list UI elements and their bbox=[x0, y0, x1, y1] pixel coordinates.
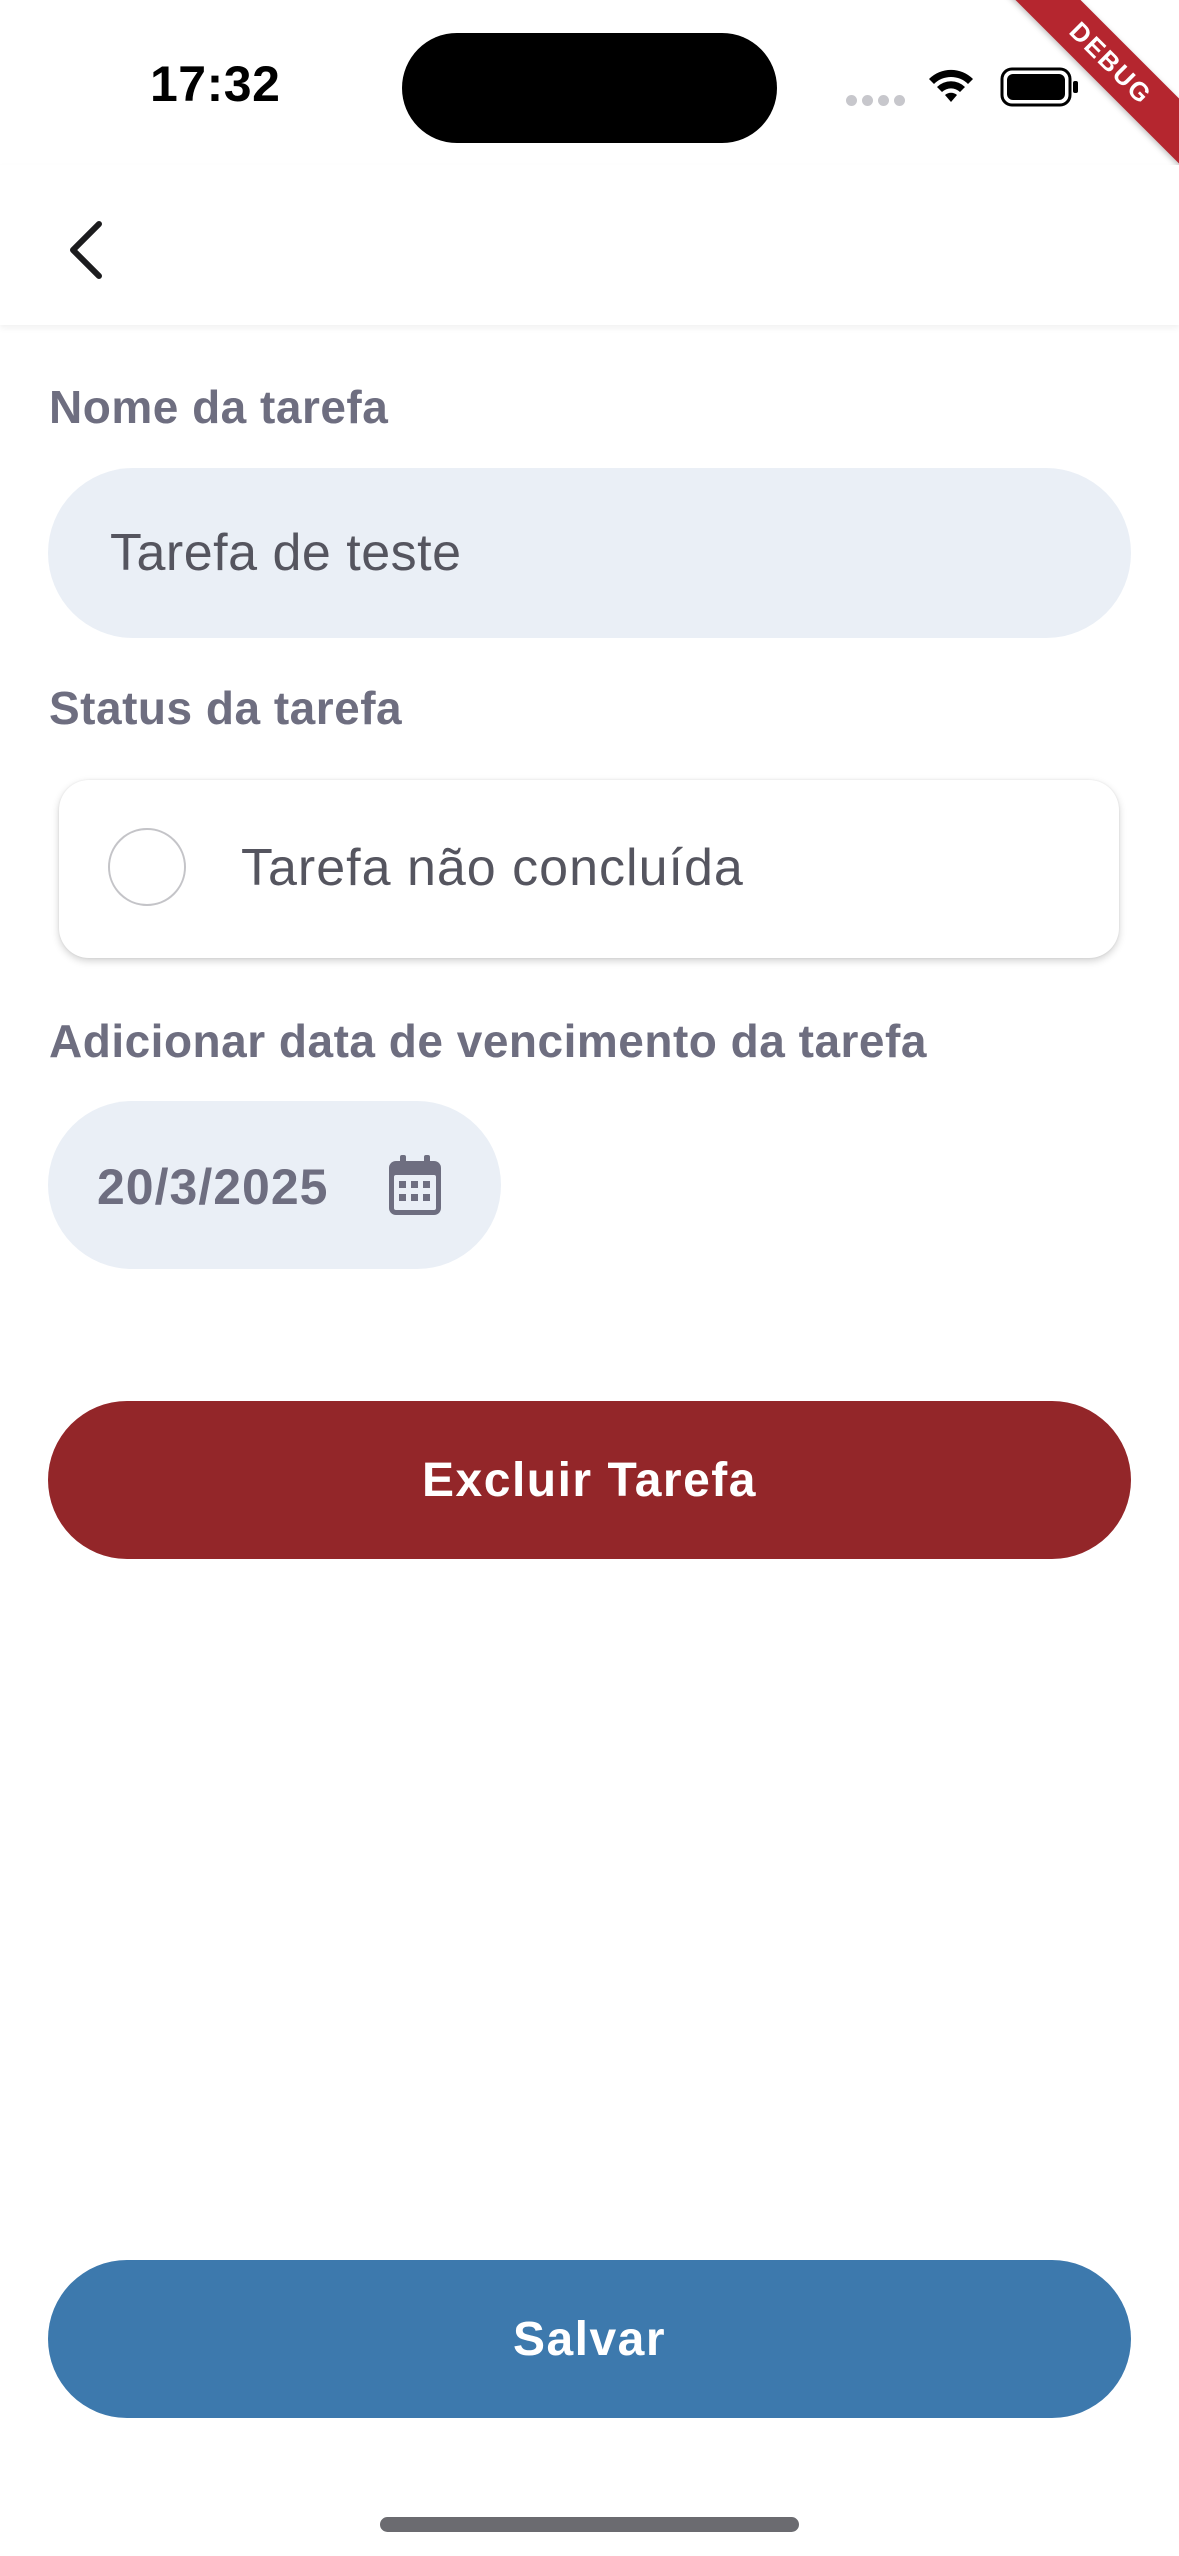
edit-task-screen: 17:32 DEBUG Nome da tarefa Status da tar… bbox=[0, 0, 1179, 2556]
home-indicator bbox=[380, 2517, 799, 2532]
task-name-input[interactable] bbox=[48, 468, 1131, 638]
calendar-icon bbox=[389, 1155, 441, 1215]
wifi-icon bbox=[929, 69, 973, 102]
due-date-label: Adicionar data de vencimento da tarefa bbox=[49, 1015, 927, 1067]
cellular-signal-icon bbox=[846, 95, 906, 107]
dynamic-island bbox=[402, 33, 777, 143]
task-name-label: Nome da tarefa bbox=[49, 381, 389, 433]
delete-task-button[interactable]: Excluir Tarefa bbox=[48, 1401, 1131, 1559]
due-date-value: 20/3/2025 bbox=[97, 1159, 329, 1215]
app-bar bbox=[0, 165, 1179, 325]
task-status-toggle[interactable]: Tarefa não concluída bbox=[59, 780, 1119, 958]
task-status-label: Status da tarefa bbox=[49, 682, 403, 734]
status-bar-time: 17:32 bbox=[150, 56, 281, 112]
chevron-left-icon bbox=[70, 221, 102, 279]
task-status-radio[interactable] bbox=[108, 828, 186, 906]
due-date-picker[interactable]: 20/3/2025 bbox=[48, 1101, 501, 1269]
back-button[interactable] bbox=[40, 205, 130, 295]
battery-icon bbox=[1000, 67, 1078, 107]
save-button[interactable]: Salvar bbox=[48, 2260, 1131, 2418]
task-status-text: Tarefa não concluída bbox=[241, 839, 744, 897]
